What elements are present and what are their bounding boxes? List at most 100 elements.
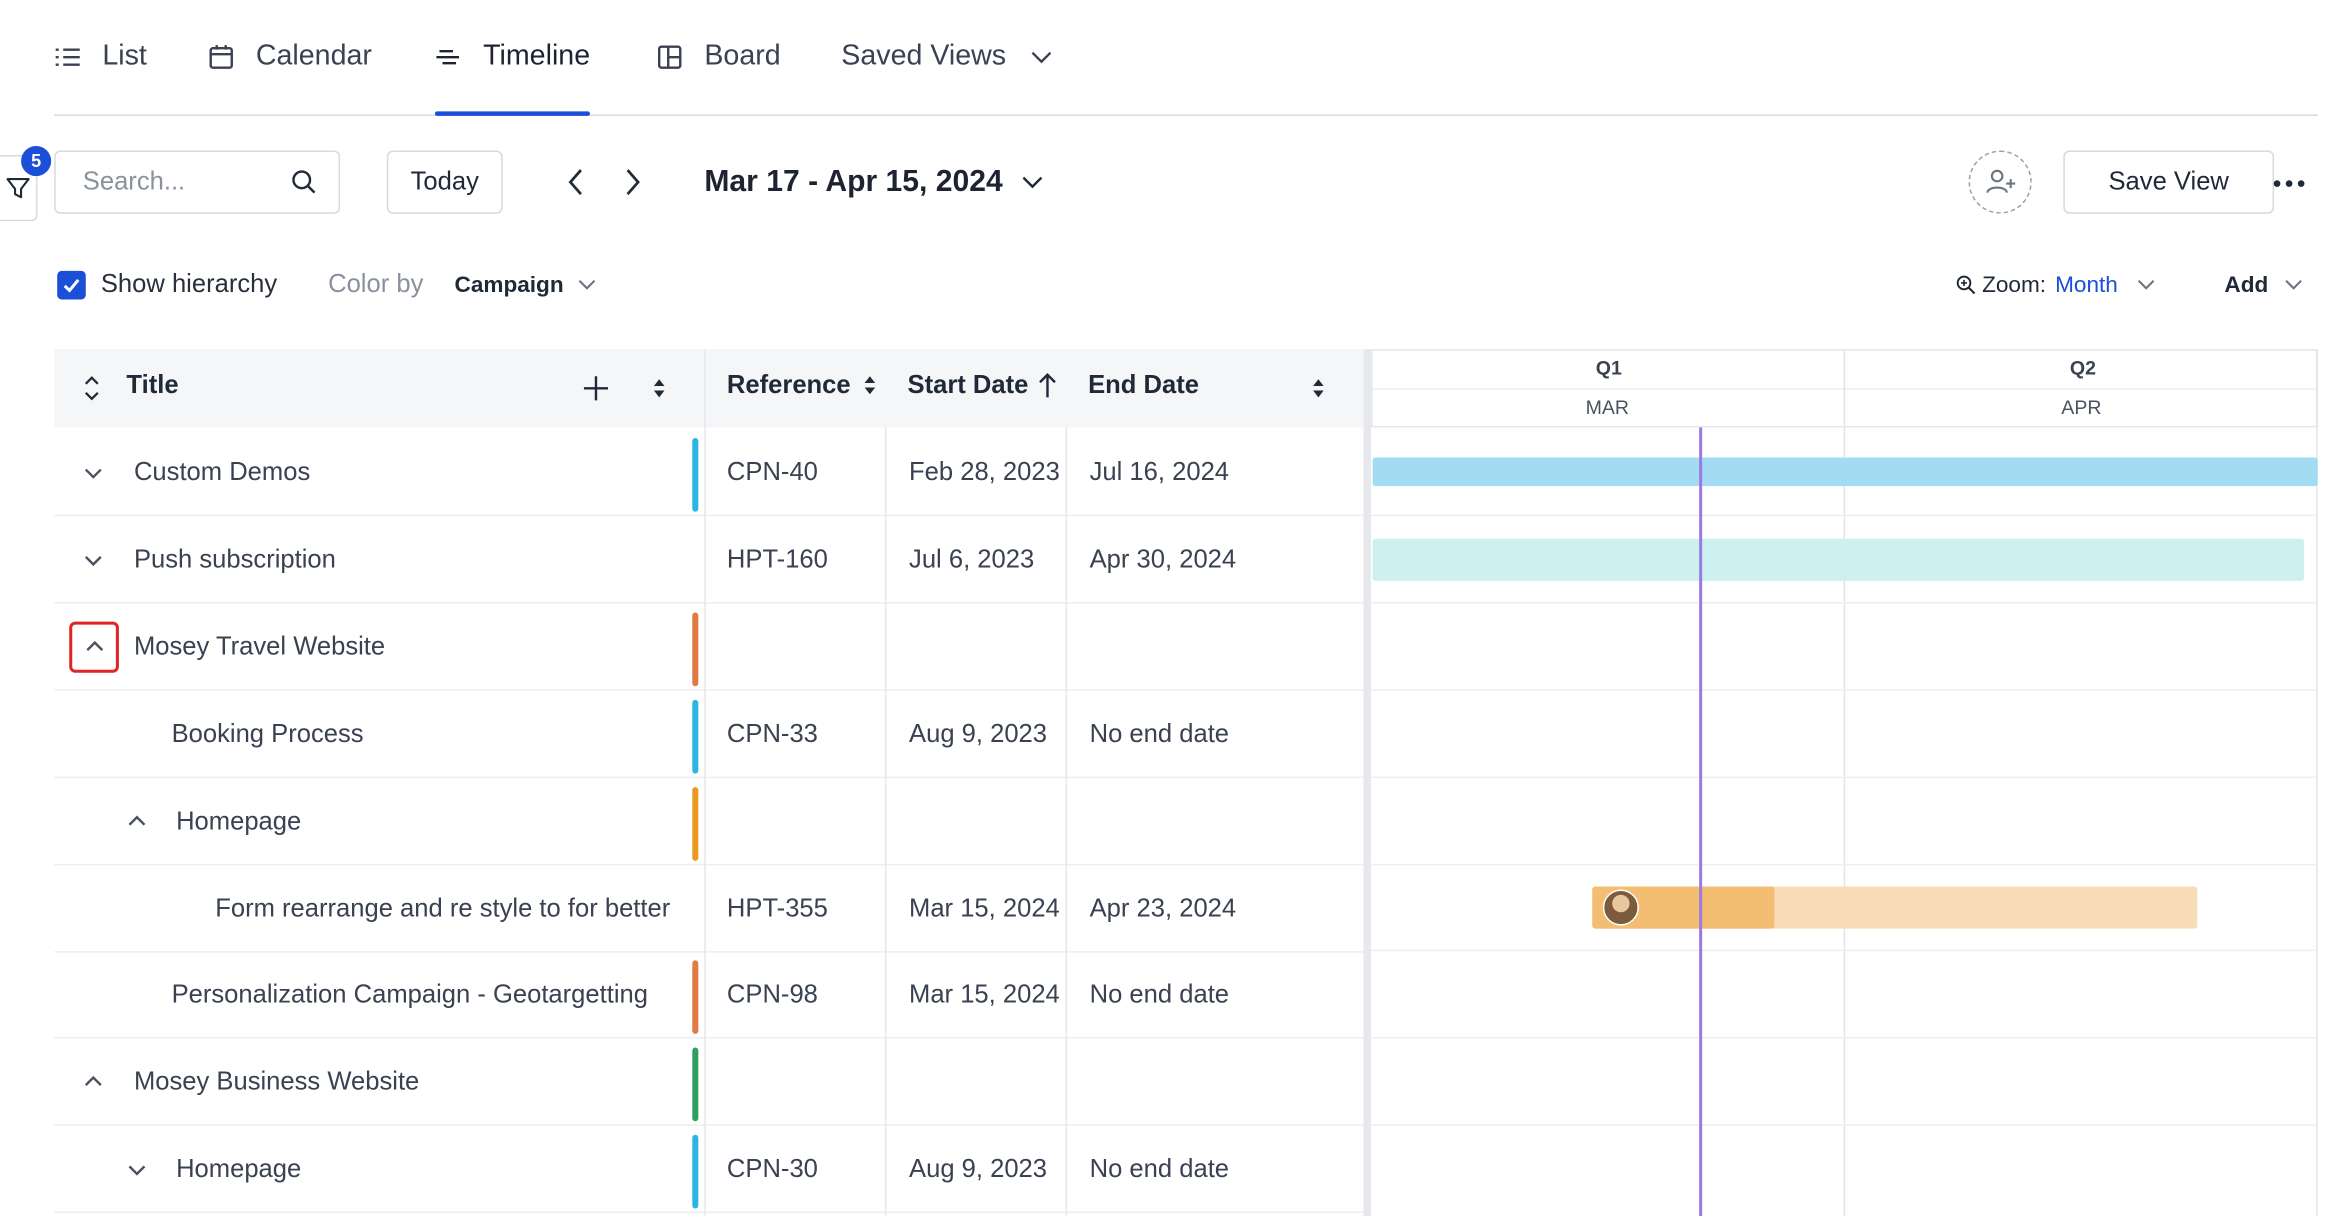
user-plus-icon [1986,169,2016,194]
campaign-color-bar [692,960,699,1034]
chevron-down-icon [1022,176,1043,189]
assignee-avatar[interactable] [1602,889,1639,926]
campaign-color-bar [692,699,699,774]
timeline-row-line [1371,602,2318,604]
row-title: Homepage [176,1153,302,1183]
table-row[interactable]: Push subscription HPT-160 Jul 6, 2023 Ap… [54,516,1367,604]
column-title-label: Title [126,370,179,399]
zoom-value: Month [2055,271,2118,298]
column-divider [884,427,887,1216]
sort-icon [1313,379,1324,398]
tab-saved-views[interactable]: Saved Views [841,0,1054,114]
column-header-start-date[interactable]: Start Date [908,370,1059,400]
row-reference: CPN-98 [726,979,818,1008]
expand-collapse-icon [84,376,99,401]
table-row[interactable]: Booking Process CPN-33 Aug 9, 2023 No en… [54,691,1367,779]
chevron-up-icon [85,640,103,652]
collapse-toggle[interactable] [71,450,116,495]
timeline-row-line [1371,1124,2318,1126]
chevron-up-icon [84,1075,102,1086]
timeline-icon [436,49,460,65]
collapse-toggle[interactable] [69,621,119,673]
color-by-label: Color by [328,269,424,298]
add-menu-button[interactable]: Add [2224,265,2304,304]
collapse-toggle[interactable] [114,799,159,844]
add-item-button[interactable] [578,370,614,406]
collapse-toggle[interactable] [71,1060,116,1105]
prev-period-button[interactable] [557,163,596,202]
column-options-button[interactable] [1306,370,1330,406]
calendar-icon [209,45,233,69]
row-end-date: Jul 16, 2024 [1089,456,1230,486]
today-marker-line [1699,427,1702,1216]
next-period-button[interactable] [613,163,652,202]
quarter-label: Q1 [1595,356,1622,380]
chevron-left-icon [568,169,582,196]
row-start-date: Aug 9, 2023 [909,1153,1048,1183]
show-hierarchy-toggle[interactable]: Show hierarchy [57,265,277,304]
tab-timeline[interactable]: Timeline [434,0,591,116]
tab-list[interactable]: List [54,0,147,114]
save-view-button[interactable]: Save View [2063,150,2275,214]
campaign-color-bar [692,612,699,687]
search-icon[interactable] [290,169,317,196]
table-row[interactable]: Personalization Campaign - Geotargetting… [54,951,1367,1039]
chevron-up-icon [128,815,146,826]
arrow-up-icon [1039,373,1057,398]
column-start-date-label: Start Date [907,370,1029,399]
column-header-title[interactable]: Title [126,370,178,400]
chevron-down-icon [84,555,102,567]
add-member-button[interactable] [1968,150,2032,214]
timeline-row-line [1371,514,2318,517]
table-row[interactable]: Homepage [54,778,1367,866]
timeline-bar-push-subscription[interactable] [1372,538,2305,581]
row-end-date: No end date [1089,1153,1230,1183]
collapse-toggle[interactable] [71,537,116,582]
sort-icon [864,376,876,395]
pane-resize-handle[interactable] [1363,349,1372,1216]
table-row[interactable]: Mosey Business Website [54,1038,1367,1126]
timeline-row-line [1371,1036,2318,1039]
more-options-button[interactable] [2267,163,2312,205]
chevron-right-icon [626,169,640,196]
row-title: Form rearrange and re style to for bette… [215,893,671,922]
row-title: Homepage [176,805,302,835]
table-row[interactable]: Form rearrange and re style to for bette… [54,865,1367,953]
color-by-control: Color by [328,265,423,304]
date-range-picker[interactable]: Mar 17 - Apr 15, 2024 [704,160,1045,205]
campaign-color-bar [692,437,699,512]
tab-calendar[interactable]: Calendar [208,0,372,114]
table-row[interactable]: Mosey Travel Website [54,604,1367,691]
grid-header: Title Reference Start Date End Date [54,349,1367,428]
row-end-date: No end date [1089,979,1230,1008]
filter-icon [6,178,30,199]
view-tabs: List Calendar Timeline Board Saved Views [54,0,2318,116]
column-end-date-label: End Date [1088,370,1200,399]
sort-title-button[interactable] [647,370,671,406]
row-end-date: Apr 23, 2024 [1089,893,1237,922]
search-input[interactable] [79,165,282,199]
chevron-down-icon [84,468,102,479]
row-start-date: Aug 9, 2023 [909,718,1048,748]
row-title: Custom Demos [133,456,311,486]
row-title: Mosey Business Website [133,1066,420,1095]
column-header-reference[interactable]: Reference [727,370,878,400]
zoom-select[interactable]: Zoom: Month [1955,265,2157,304]
table-row[interactable]: Homepage CPN-30 Aug 9, 2023 No end date [54,1126,1367,1214]
tab-board[interactable]: Board [656,0,781,114]
row-title: Booking Process [171,718,364,748]
column-header-end-date[interactable]: End Date [1088,370,1199,400]
show-hierarchy-checkbox[interactable] [57,270,86,299]
plus-icon [583,376,609,401]
table-row[interactable]: Custom Demos CPN-40 Feb 28, 2023 Jul 16,… [54,429,1367,517]
timeline-bar-custom-demos[interactable] [1372,457,2318,487]
row-title: Mosey Travel Website [133,631,386,660]
today-button[interactable]: Today [386,150,503,214]
sort-icon [653,379,665,398]
month-label: MAR [1585,395,1630,419]
filter-count-badge: 5 [21,145,52,177]
more-horizontal-icon [2273,180,2305,187]
collapse-toggle[interactable] [114,1147,159,1192]
color-by-select[interactable]: Campaign [455,265,597,304]
expand-collapse-all-button[interactable] [75,370,108,406]
